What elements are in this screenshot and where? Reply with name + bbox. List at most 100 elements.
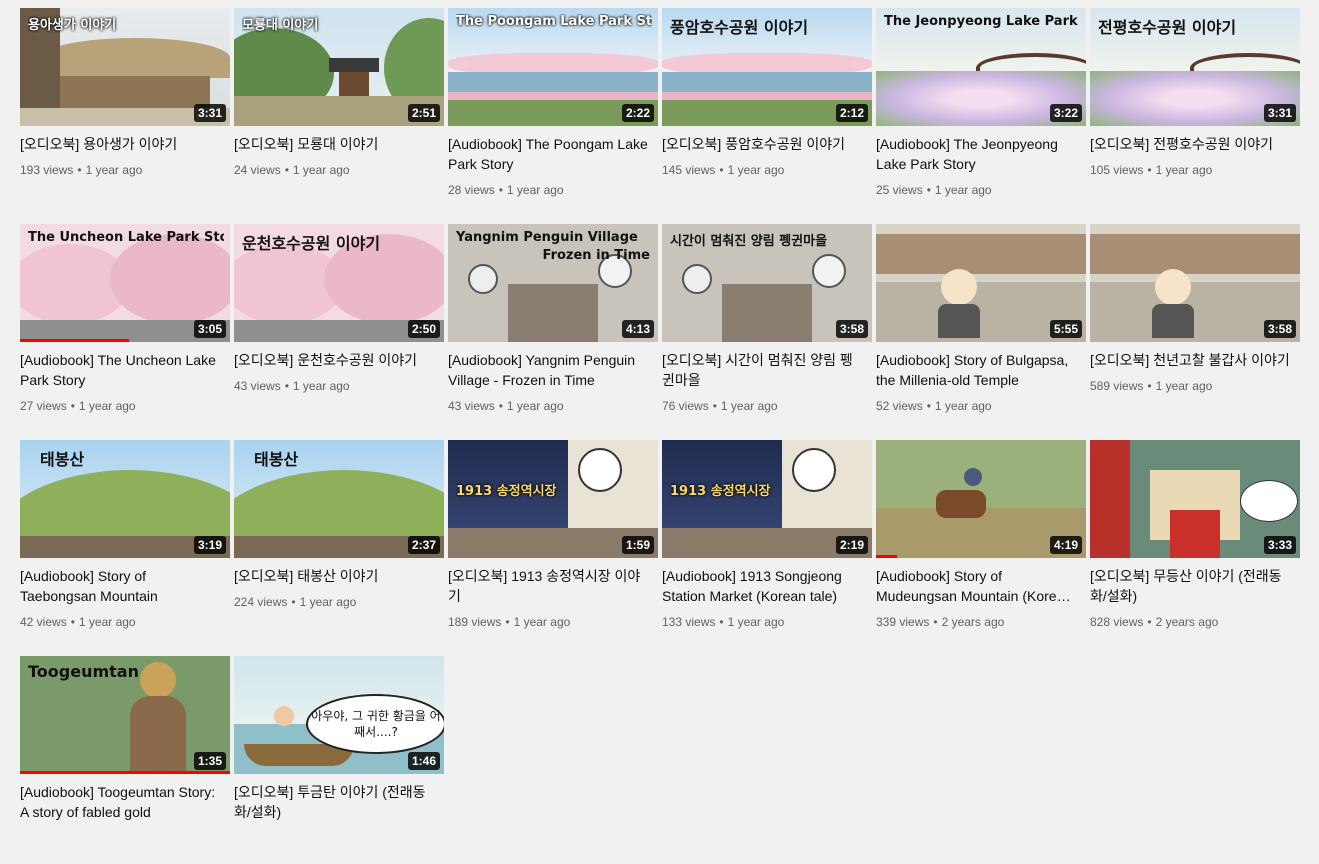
thumbnail-art-shape: [964, 468, 982, 486]
watch-progress-bar: [20, 771, 230, 774]
view-count: 25 views: [876, 183, 923, 197]
video-thumbnail[interactable]: 아우야, 그 귀한 황금을 어째서....? 1:46: [234, 656, 444, 774]
video-card[interactable]: 1913 송정역시장 2:19 [Audiobook] 1913 Songjeon…: [662, 432, 872, 648]
video-card[interactable]: Toogeumtan 1:35 [Audiobook] Toogeumtan St…: [20, 648, 230, 864]
view-count: 43 views: [234, 379, 281, 393]
video-thumbnail[interactable]: 전평호수공원 이야기 3:31: [1090, 8, 1300, 126]
video-title[interactable]: [오디오북] 전평호수공원 이야기: [1090, 134, 1290, 154]
video-card[interactable]: 4:19 [Audiobook] Story of Mudeungsan Mou…: [876, 432, 1086, 648]
duration-badge: 2:12: [835, 104, 868, 122]
duration-badge: 3:58: [835, 320, 868, 338]
duration-badge: 3:31: [193, 104, 226, 122]
video-card[interactable]: 시간이 멈춰진 양림 펭귄마을 3:58 [오디오북] 시간이 멈춰진 양림 펭귄…: [662, 216, 872, 432]
video-card[interactable]: The Poongam Lake Park Story 2:22 [Audiobo…: [448, 0, 658, 216]
video-card[interactable]: 아우야, 그 귀한 황금을 어째서....? 1:46 [오디오북] 투금탄 이야…: [234, 648, 444, 864]
separator-dot: •: [926, 399, 931, 413]
video-title[interactable]: [Audiobook] 1913 Songjeong Station Marke…: [662, 566, 862, 606]
video-thumbnail[interactable]: 5:55: [876, 224, 1086, 342]
video-meta: [오디오북] 무등산 이야기 (전래동화/설화) 828 views • 2 yea…: [1090, 566, 1300, 630]
view-count: 28 views: [448, 183, 495, 197]
thumbnail-art-shape: [938, 304, 980, 338]
thumbnail-art-shape: [682, 264, 712, 294]
video-stats: 339 views • 2 years ago: [876, 614, 1086, 630]
video-title[interactable]: [오디오북] 무등산 이야기 (전래동화/설화): [1090, 566, 1290, 606]
video-card[interactable]: 모룡대 이야기 2:51 [오디오북] 모룡대 이야기 24 views • 1 ye…: [234, 0, 444, 216]
upload-age: 1 year ago: [299, 595, 357, 609]
video-card[interactable]: 풍암호수공원 이야기 2:12 [오디오북] 풍암호수공원 이야기 145 vie…: [662, 0, 872, 216]
video-title[interactable]: [Audiobook] Yangnim Penguin Village - Fr…: [448, 350, 648, 390]
video-meta: [Audiobook] 1913 Songjeong Station Marke…: [662, 566, 872, 630]
video-stats: 224 views • 1 year ago: [234, 594, 444, 610]
video-thumbnail[interactable]: 4:19: [876, 440, 1086, 558]
video-title[interactable]: [오디오북] 모룡대 이야기: [234, 134, 434, 154]
thumbnail-caption: The Jeonpyeong Lake Park Story: [884, 14, 1080, 29]
video-title[interactable]: [오디오북] 1913 송정역시장 이야기: [448, 566, 648, 606]
thumbnail-art-shape: [508, 284, 598, 342]
video-title[interactable]: [Audiobook] Story of Bulgapsa, the Mille…: [876, 350, 1076, 390]
video-thumbnail[interactable]: 용아생가 이야기 3:31: [20, 8, 230, 126]
video-stats: 43 views • 1 year ago: [234, 378, 444, 394]
video-stats: 145 views • 1 year ago: [662, 162, 872, 178]
video-title[interactable]: [오디오북] 풍암호수공원 이야기: [662, 134, 862, 154]
video-card[interactable]: 1913 송정역시장 1:59 [오디오북] 1913 송정역시장 이야기 189…: [448, 432, 658, 648]
video-thumbnail[interactable]: 3:33: [1090, 440, 1300, 558]
video-meta: [오디오북] 용아생가 이야기 193 views • 1 year ago: [20, 134, 230, 178]
video-thumbnail[interactable]: 시간이 멈춰진 양림 펭귄마을 3:58: [662, 224, 872, 342]
video-thumbnail[interactable]: 3:58: [1090, 224, 1300, 342]
duration-badge: 1:35: [193, 752, 226, 770]
video-card[interactable]: 전평호수공원 이야기 3:31 [오디오북] 전평호수공원 이야기 105 vie…: [1090, 0, 1300, 216]
upload-age: 1 year ago: [934, 183, 992, 197]
video-card[interactable]: 태봉산 2:37 [오디오북] 태봉산 이야기 224 views • 1 year …: [234, 432, 444, 648]
video-title[interactable]: [Audiobook] Toogeumtan Story: A story of…: [20, 782, 220, 822]
video-thumbnail[interactable]: The Uncheon Lake Park Story 3:05: [20, 224, 230, 342]
video-card[interactable]: 3:33 [오디오북] 무등산 이야기 (전래동화/설화) 828 views •…: [1090, 432, 1300, 648]
video-card[interactable]: 태봉산 3:19 [Audiobook] Story of Taebongsan …: [20, 432, 230, 648]
video-thumbnail[interactable]: Yangnim Penguin Village Frozen in Time 4:1…: [448, 224, 658, 342]
video-thumbnail[interactable]: 1913 송정역시장 2:19: [662, 440, 872, 558]
video-thumbnail[interactable]: 태봉산 3:19: [20, 440, 230, 558]
separator-dot: •: [712, 399, 717, 413]
thumbnail-art-shape: [1090, 440, 1130, 558]
video-card[interactable]: The Uncheon Lake Park Story 3:05 [Audiobo…: [20, 216, 230, 432]
video-thumbnail[interactable]: 풍암호수공원 이야기 2:12: [662, 8, 872, 126]
thumbnail-art-shape: [468, 264, 498, 294]
video-title[interactable]: [오디오북] 운천호수공원 이야기: [234, 350, 434, 370]
view-count: 224 views: [234, 595, 288, 609]
video-title[interactable]: [Audiobook] The Uncheon Lake Park Story: [20, 350, 220, 390]
video-meta: [Audiobook] The Jeonpyeong Lake Park Sto…: [876, 134, 1086, 198]
video-title[interactable]: [오디오북] 태봉산 이야기: [234, 566, 434, 586]
video-meta: [오디오북] 모룡대 이야기 24 views • 1 year ago: [234, 134, 444, 178]
video-card[interactable]: Yangnim Penguin Village Frozen in Time 4:1…: [448, 216, 658, 432]
video-title[interactable]: [오디오북] 천년고찰 불갑사 이야기: [1090, 350, 1290, 370]
thumbnail-art-shape: [1170, 510, 1220, 558]
video-title[interactable]: [Audiobook] The Poongam Lake Park Story: [448, 134, 648, 174]
video-meta: [Audiobook] The Poongam Lake Park Story …: [448, 134, 658, 198]
video-meta: [Audiobook] Toogeumtan Story: A story of…: [20, 782, 230, 822]
video-thumbnail[interactable]: The Poongam Lake Park Story 2:22: [448, 8, 658, 126]
video-title[interactable]: [Audiobook] The Jeonpyeong Lake Park Sto…: [876, 134, 1076, 174]
video-title[interactable]: [오디오북] 시간이 멈춰진 양림 펭귄마을: [662, 350, 862, 390]
video-title[interactable]: [오디오북] 투금탄 이야기 (전래동화/설화): [234, 782, 434, 822]
duration-badge: 4:13: [621, 320, 654, 338]
video-card[interactable]: 3:58 [오디오북] 천년고찰 불갑사 이야기 589 views • 1 yea…: [1090, 216, 1300, 432]
thumbnail-caption: 전평호수공원 이야기: [1098, 18, 1237, 37]
video-thumbnail[interactable]: 1913 송정역시장 1:59: [448, 440, 658, 558]
video-thumbnail[interactable]: 운천호수공원 이야기 2:50: [234, 224, 444, 342]
video-title[interactable]: [오디오북] 용아생가 이야기: [20, 134, 220, 154]
video-title[interactable]: [Audiobook] Story of Taebongsan Mountain: [20, 566, 220, 606]
video-meta: [오디오북] 전평호수공원 이야기 105 views • 1 year ago: [1090, 134, 1300, 178]
upload-age: 1 year ago: [292, 163, 350, 177]
upload-age: 1 year ago: [513, 615, 571, 629]
view-count: 27 views: [20, 399, 67, 413]
video-thumbnail[interactable]: Toogeumtan 1:35: [20, 656, 230, 774]
video-thumbnail[interactable]: 모룡대 이야기 2:51: [234, 8, 444, 126]
video-title[interactable]: [Audiobook] Story of Mudeungsan Mountain…: [876, 566, 1076, 606]
video-card[interactable]: 운천호수공원 이야기 2:50 [오디오북] 운천호수공원 이야기 43 view…: [234, 216, 444, 432]
separator-dot: •: [1147, 615, 1152, 629]
video-thumbnail[interactable]: 태봉산 2:37: [234, 440, 444, 558]
video-card[interactable]: 용아생가 이야기 3:31 [오디오북] 용아생가 이야기 193 views • 1…: [20, 0, 230, 216]
video-card[interactable]: 5:55 [Audiobook] Story of Bulgapsa, the …: [876, 216, 1086, 432]
video-thumbnail[interactable]: The Jeonpyeong Lake Park Story 3:22: [876, 8, 1086, 126]
video-card[interactable]: The Jeonpyeong Lake Park Story 3:22 [Audi…: [876, 0, 1086, 216]
thumbnail-art-shape: [110, 234, 230, 324]
